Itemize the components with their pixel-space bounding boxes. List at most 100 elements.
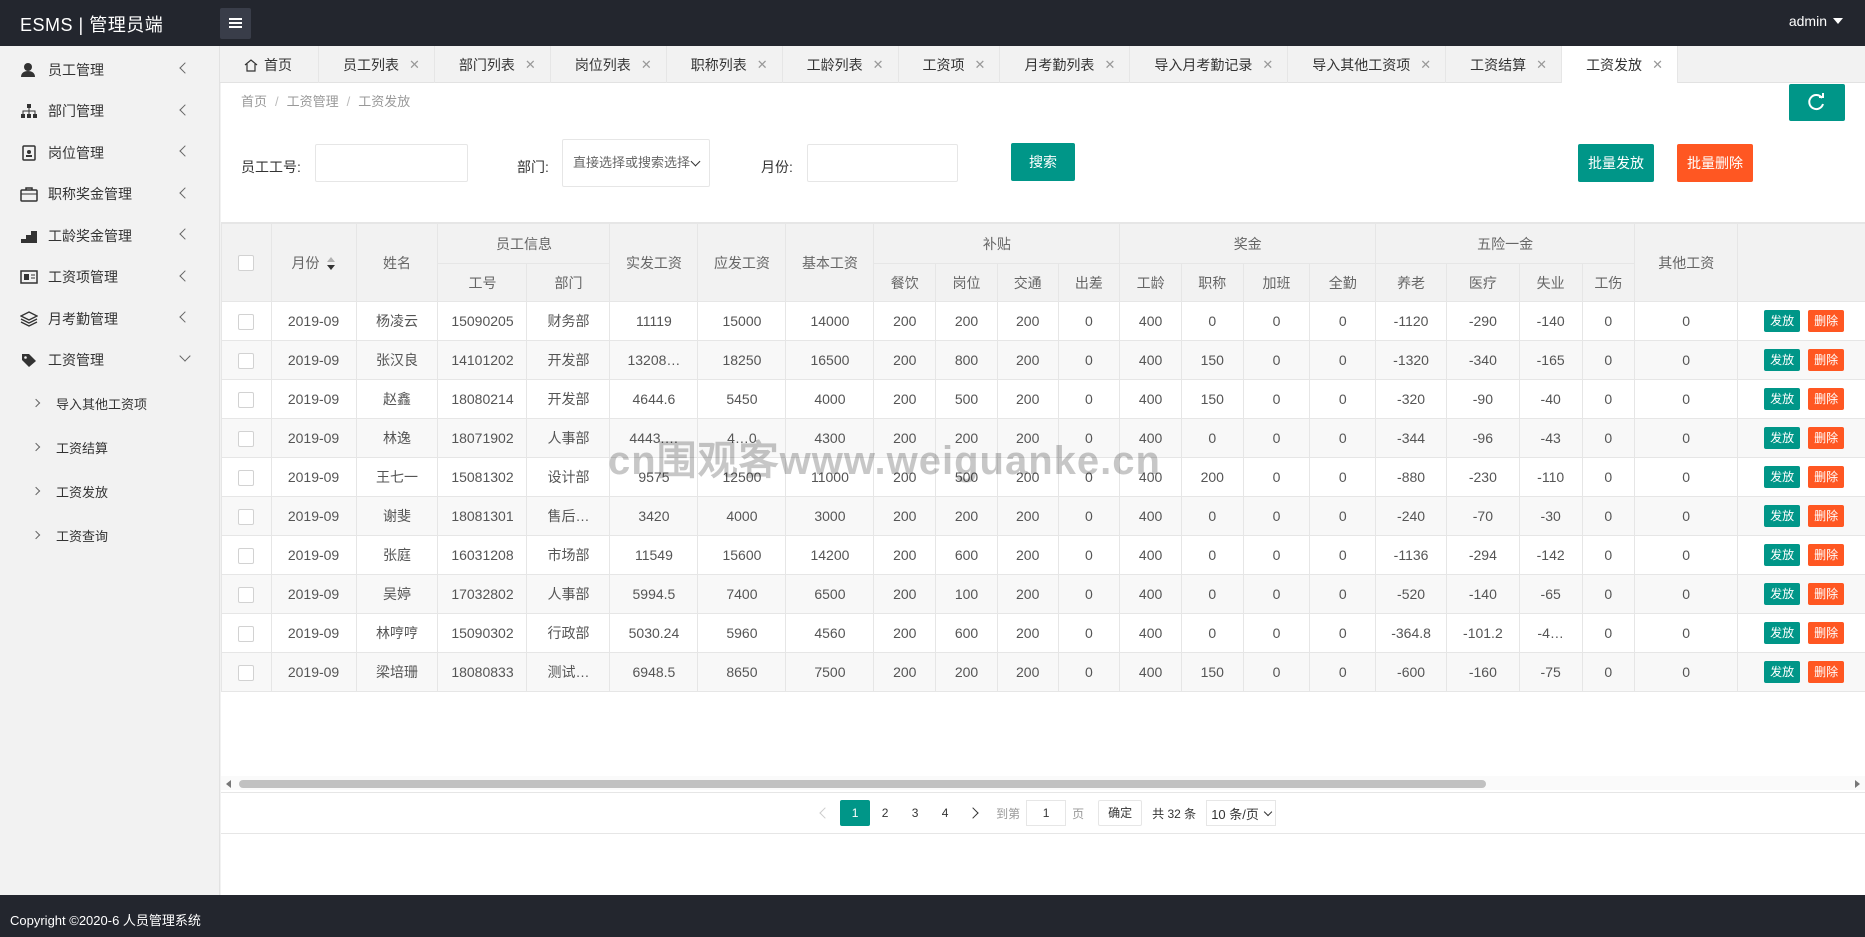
row-checkbox[interactable] — [238, 547, 255, 564]
batch-delete-button[interactable]: 批量删除 — [1677, 144, 1753, 182]
close-icon[interactable]: ✕ — [1262, 57, 1273, 73]
row-select-cell[interactable] — [221, 574, 272, 614]
row-checkbox[interactable] — [238, 508, 255, 525]
sidebar-item-3[interactable]: 岗位管理 — [0, 132, 219, 174]
delete-button[interactable]: 删除 — [1808, 583, 1845, 605]
row-select-cell[interactable] — [221, 535, 272, 575]
tab-5[interactable]: 职称列表 ✕ — [667, 46, 783, 83]
sidebar-item-5[interactable]: 工龄奖金管理 — [0, 215, 219, 257]
dept-select[interactable]: 直接选择或搜索选择 — [562, 139, 710, 187]
page-size-select[interactable]: 10 条/页 — [1206, 800, 1276, 826]
sidebar-item-8[interactable]: 工资管理 — [0, 340, 219, 382]
col-month[interactable]: 月份 — [270, 223, 357, 302]
refresh-button[interactable] — [1789, 84, 1845, 121]
close-icon[interactable]: ✕ — [873, 57, 884, 73]
row-select-cell[interactable] — [221, 613, 272, 653]
menu-toggle-button[interactable] — [220, 8, 251, 39]
tab-1[interactable]: 首页 — [220, 46, 319, 83]
delete-button[interactable]: 删除 — [1808, 427, 1845, 449]
prev-page-button[interactable] — [810, 800, 840, 826]
issue-button[interactable]: 发放 — [1764, 622, 1801, 644]
tab-10[interactable]: 导入其他工资项 ✕ — [1288, 46, 1447, 83]
row-checkbox[interactable] — [238, 391, 255, 408]
search-button[interactable]: 搜索 — [1011, 143, 1075, 181]
sidebar-subitem-3[interactable]: 工资发放 — [0, 469, 219, 513]
page-4[interactable]: 4 — [930, 800, 960, 826]
row-select-cell[interactable] — [221, 418, 272, 458]
issue-button[interactable]: 发放 — [1764, 388, 1801, 410]
row-checkbox[interactable] — [238, 352, 255, 369]
sidebar-item-2[interactable]: 部门管理 — [0, 91, 219, 133]
issue-button[interactable]: 发放 — [1764, 466, 1801, 488]
select-all-cell[interactable] — [221, 223, 272, 302]
issue-button[interactable]: 发放 — [1764, 427, 1801, 449]
emp-no-input[interactable] — [315, 144, 468, 182]
delete-button[interactable]: 删除 — [1808, 505, 1845, 527]
close-icon[interactable]: ✕ — [1536, 57, 1547, 73]
sidebar-item-7[interactable]: 月考勤管理 — [0, 298, 219, 340]
delete-button[interactable]: 删除 — [1808, 622, 1845, 644]
tab-11[interactable]: 工资结算 ✕ — [1446, 46, 1563, 83]
issue-button[interactable]: 发放 — [1764, 583, 1801, 605]
tab-4[interactable]: 岗位列表 ✕ — [551, 46, 667, 83]
close-icon[interactable]: ✕ — [525, 57, 536, 73]
row-select-cell[interactable] — [221, 652, 272, 692]
row-checkbox[interactable] — [238, 313, 255, 330]
row-select-cell[interactable] — [221, 340, 272, 380]
scroll-left-icon[interactable] — [226, 780, 231, 788]
delete-button[interactable]: 删除 — [1808, 661, 1845, 683]
close-icon[interactable]: ✕ — [757, 57, 768, 73]
goto-confirm-button[interactable]: 确定 — [1098, 800, 1143, 826]
tab-3[interactable]: 部门列表 ✕ — [435, 46, 551, 83]
delete-button[interactable]: 删除 — [1808, 544, 1845, 566]
close-icon[interactable]: ✕ — [1104, 57, 1115, 73]
close-icon[interactable]: ✕ — [409, 57, 420, 73]
row-checkbox[interactable] — [238, 469, 255, 486]
sidebar-subitem-1[interactable]: 导入其他工资项 — [0, 381, 219, 425]
select-all-checkbox[interactable] — [238, 255, 255, 272]
delete-button[interactable]: 删除 — [1808, 388, 1845, 410]
delete-button[interactable]: 删除 — [1808, 466, 1845, 488]
user-menu[interactable]: admin — [1789, 13, 1843, 29]
breadcrumb-parent[interactable]: 工资管理 — [287, 94, 339, 109]
month-input[interactable] — [807, 144, 958, 182]
close-icon[interactable]: ✕ — [975, 57, 986, 73]
close-icon[interactable]: ✕ — [641, 57, 652, 73]
page-2[interactable]: 2 — [870, 800, 900, 826]
sidebar-subitem-4[interactable]: 工资查询 — [0, 513, 219, 557]
tab-9[interactable]: 导入月考勤记录 ✕ — [1130, 46, 1289, 83]
issue-button[interactable]: 发放 — [1764, 544, 1801, 566]
breadcrumb-home[interactable]: 首页 — [241, 94, 267, 109]
tab-7[interactable]: 工资项 ✕ — [899, 46, 1001, 83]
tab-6[interactable]: 工龄列表 ✕ — [783, 46, 899, 83]
close-icon[interactable]: ✕ — [1652, 57, 1663, 73]
goto-page-input[interactable]: 1 — [1026, 800, 1067, 826]
row-checkbox[interactable] — [238, 625, 255, 642]
sidebar-item-4[interactable]: 职称奖金管理 — [0, 174, 219, 216]
row-select-cell[interactable] — [221, 301, 272, 341]
row-checkbox[interactable] — [238, 586, 255, 603]
close-icon[interactable]: ✕ — [1420, 57, 1431, 73]
row-checkbox[interactable] — [238, 664, 255, 681]
issue-button[interactable]: 发放 — [1764, 661, 1801, 683]
sidebar-item-1[interactable]: 员工管理 — [0, 49, 219, 91]
sidebar-item-6[interactable]: 工资项管理 — [0, 257, 219, 299]
next-page-button[interactable] — [960, 800, 990, 826]
sidebar-subitem-2[interactable]: 工资结算 — [0, 425, 219, 469]
delete-button[interactable]: 删除 — [1808, 349, 1845, 371]
row-checkbox[interactable] — [238, 430, 255, 447]
page-1[interactable]: 1 — [840, 800, 871, 826]
batch-issue-button[interactable]: 批量发放 — [1578, 144, 1654, 182]
tab-12[interactable]: 工资发放 ✕ — [1562, 46, 1678, 84]
row-select-cell[interactable] — [221, 457, 272, 497]
issue-button[interactable]: 发放 — [1764, 349, 1801, 371]
horizontal-scrollbar[interactable] — [221, 776, 1865, 790]
row-select-cell[interactable] — [221, 379, 272, 419]
scroll-right-icon[interactable] — [1855, 780, 1860, 788]
delete-button[interactable]: 删除 — [1808, 310, 1845, 332]
issue-button[interactable]: 发放 — [1764, 310, 1801, 332]
tab-2[interactable]: 员工列表 ✕ — [319, 46, 435, 83]
sort-icon[interactable] — [326, 256, 336, 271]
issue-button[interactable]: 发放 — [1764, 505, 1801, 527]
row-select-cell[interactable] — [221, 496, 272, 536]
